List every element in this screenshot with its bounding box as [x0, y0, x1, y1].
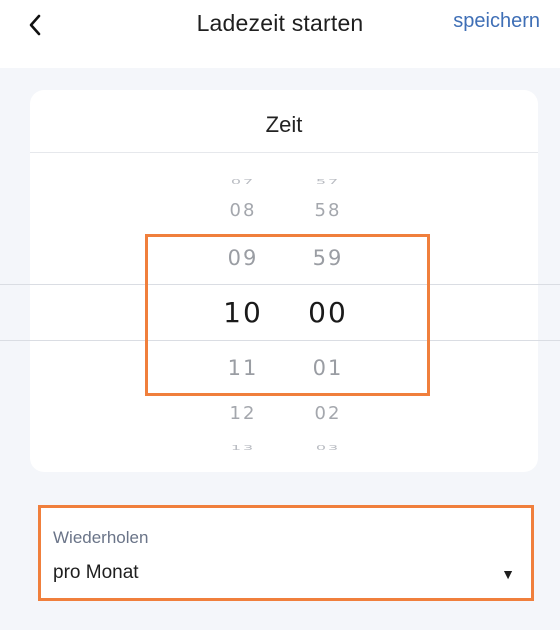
triangle-down-icon[interactable]: ▼ [501, 566, 515, 582]
card-divider [30, 152, 538, 153]
minute-option[interactable]: 02 [293, 403, 363, 424]
repeat-select[interactable]: Wiederholen pro Monat ▼ [38, 505, 534, 601]
hour-option[interactable]: 09 [208, 246, 278, 270]
save-button[interactable]: speichern [453, 10, 540, 33]
minute-option[interactable]: 57 [293, 177, 363, 186]
repeat-value[interactable]: pro Monat [53, 562, 139, 584]
minute-option[interactable]: 59 [293, 246, 363, 270]
picker-title: Zeit [265, 112, 303, 137]
selection-line-top [0, 284, 560, 285]
hour-option[interactable]: 07 [208, 177, 278, 186]
repeat-label: Wiederholen [53, 528, 149, 547]
minute-option[interactable]: 01 [293, 356, 363, 380]
hour-selected[interactable]: 10 [208, 296, 278, 329]
hour-option[interactable]: 13 [208, 443, 278, 452]
minute-selected[interactable]: 00 [293, 296, 363, 329]
top-bar: Ladezeit starten speichern [0, 0, 560, 68]
minute-option[interactable]: 58 [293, 200, 363, 221]
minute-option[interactable]: 03 [293, 443, 363, 452]
time-picker-card: Zeit [30, 90, 538, 472]
hour-option[interactable]: 08 [208, 200, 278, 221]
hour-option[interactable]: 12 [208, 403, 278, 424]
selection-line-bottom [0, 340, 560, 341]
hour-option[interactable]: 11 [208, 356, 278, 380]
